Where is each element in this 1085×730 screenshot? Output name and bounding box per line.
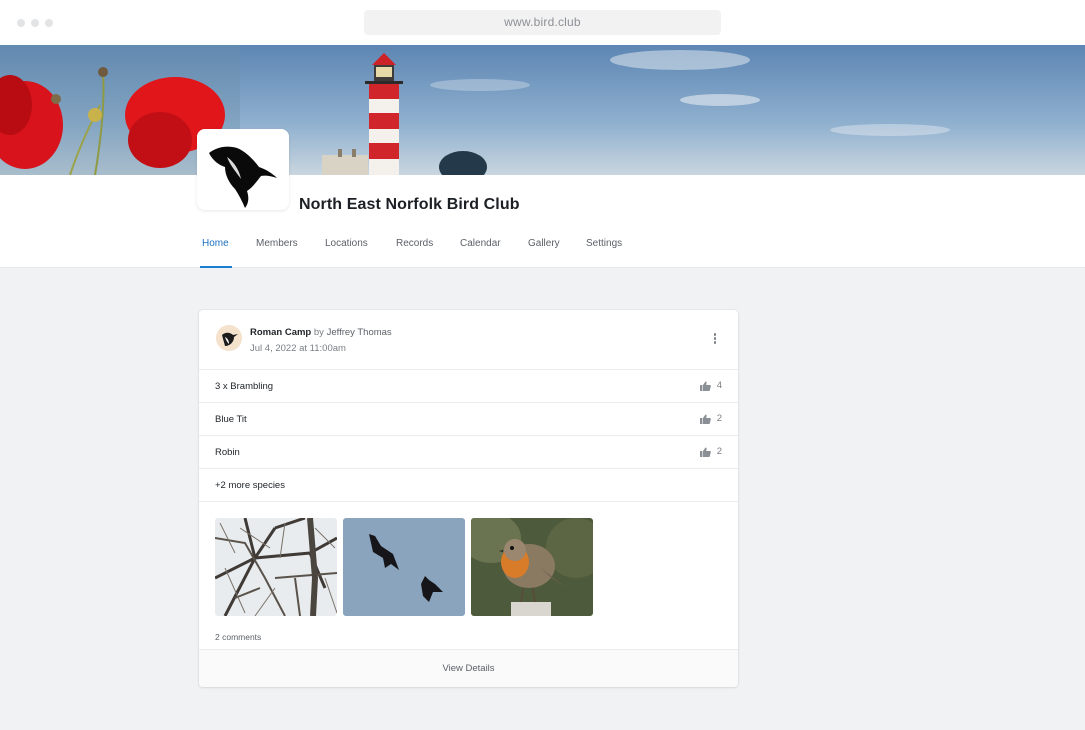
record-card: Roman Camp by Jeffrey Thomas Jul 4, 2022… — [199, 310, 738, 687]
view-details-button[interactable]: View Details — [199, 649, 738, 687]
species-row[interactable]: 3 x Brambling 4 — [199, 369, 738, 402]
cover-photo — [0, 45, 1085, 175]
record-heading: Roman Camp by Jeffrey Thomas — [250, 327, 392, 338]
tab-records[interactable]: Records — [396, 238, 433, 249]
bird-logo-icon — [197, 129, 289, 210]
more-options-icon[interactable] — [710, 333, 720, 347]
thumbs-up-icon — [699, 381, 711, 391]
species-row[interactable]: Blue Tit 2 — [199, 402, 738, 435]
active-tab-indicator — [200, 266, 232, 268]
record-date: Jul 4, 2022 at 11:00am — [250, 343, 346, 354]
address-bar[interactable]: www.bird.club — [364, 10, 721, 35]
tab-locations[interactable]: Locations — [325, 238, 368, 249]
bird-avatar-icon — [216, 325, 242, 351]
tab-gallery[interactable]: Gallery — [528, 238, 560, 249]
like-count: 2 — [716, 446, 722, 457]
tab-calendar[interactable]: Calendar — [460, 238, 501, 249]
species-row[interactable]: Robin 2 — [199, 435, 738, 468]
view-details-label: View Details — [442, 663, 495, 674]
species-name: Robin — [215, 447, 240, 458]
like-count: 2 — [716, 413, 722, 424]
club-name: North East Norfolk Bird Club — [299, 196, 520, 213]
author-link[interactable]: Jeffrey Thomas — [327, 327, 392, 338]
more-species-row[interactable]: +2 more species — [199, 468, 738, 502]
like-button[interactable]: 2 — [699, 413, 722, 424]
birds-of-prey-in-flight-photo[interactable] — [343, 518, 465, 616]
location-link[interactable]: Roman Camp — [250, 327, 311, 338]
species-name: Blue Tit — [215, 414, 247, 425]
tab-home[interactable]: Home — [202, 238, 229, 249]
species-name: 3 x Brambling — [215, 381, 274, 392]
comments-count[interactable]: 2 comments — [215, 632, 261, 642]
author-avatar[interactable] — [216, 325, 242, 351]
thumbs-up-icon — [699, 414, 711, 424]
club-logo — [197, 129, 289, 210]
window-close-dot[interactable] — [17, 19, 25, 27]
browser-toolbar: www.bird.club — [0, 0, 1085, 45]
like-button[interactable]: 4 — [699, 380, 722, 391]
thumbs-up-icon — [699, 447, 711, 457]
tab-members[interactable]: Members — [256, 238, 298, 249]
like-button[interactable]: 2 — [699, 446, 722, 457]
window-maximize-dot[interactable] — [45, 19, 53, 27]
robin-photo[interactable] — [471, 518, 593, 616]
by-label: by — [313, 327, 324, 338]
club-header — [0, 175, 1085, 268]
like-count: 4 — [716, 380, 722, 391]
window-minimize-dot[interactable] — [31, 19, 39, 27]
tab-settings[interactable]: Settings — [586, 238, 622, 249]
more-species-link[interactable]: +2 more species — [215, 480, 285, 491]
tree-branches-photo[interactable] — [215, 518, 337, 616]
